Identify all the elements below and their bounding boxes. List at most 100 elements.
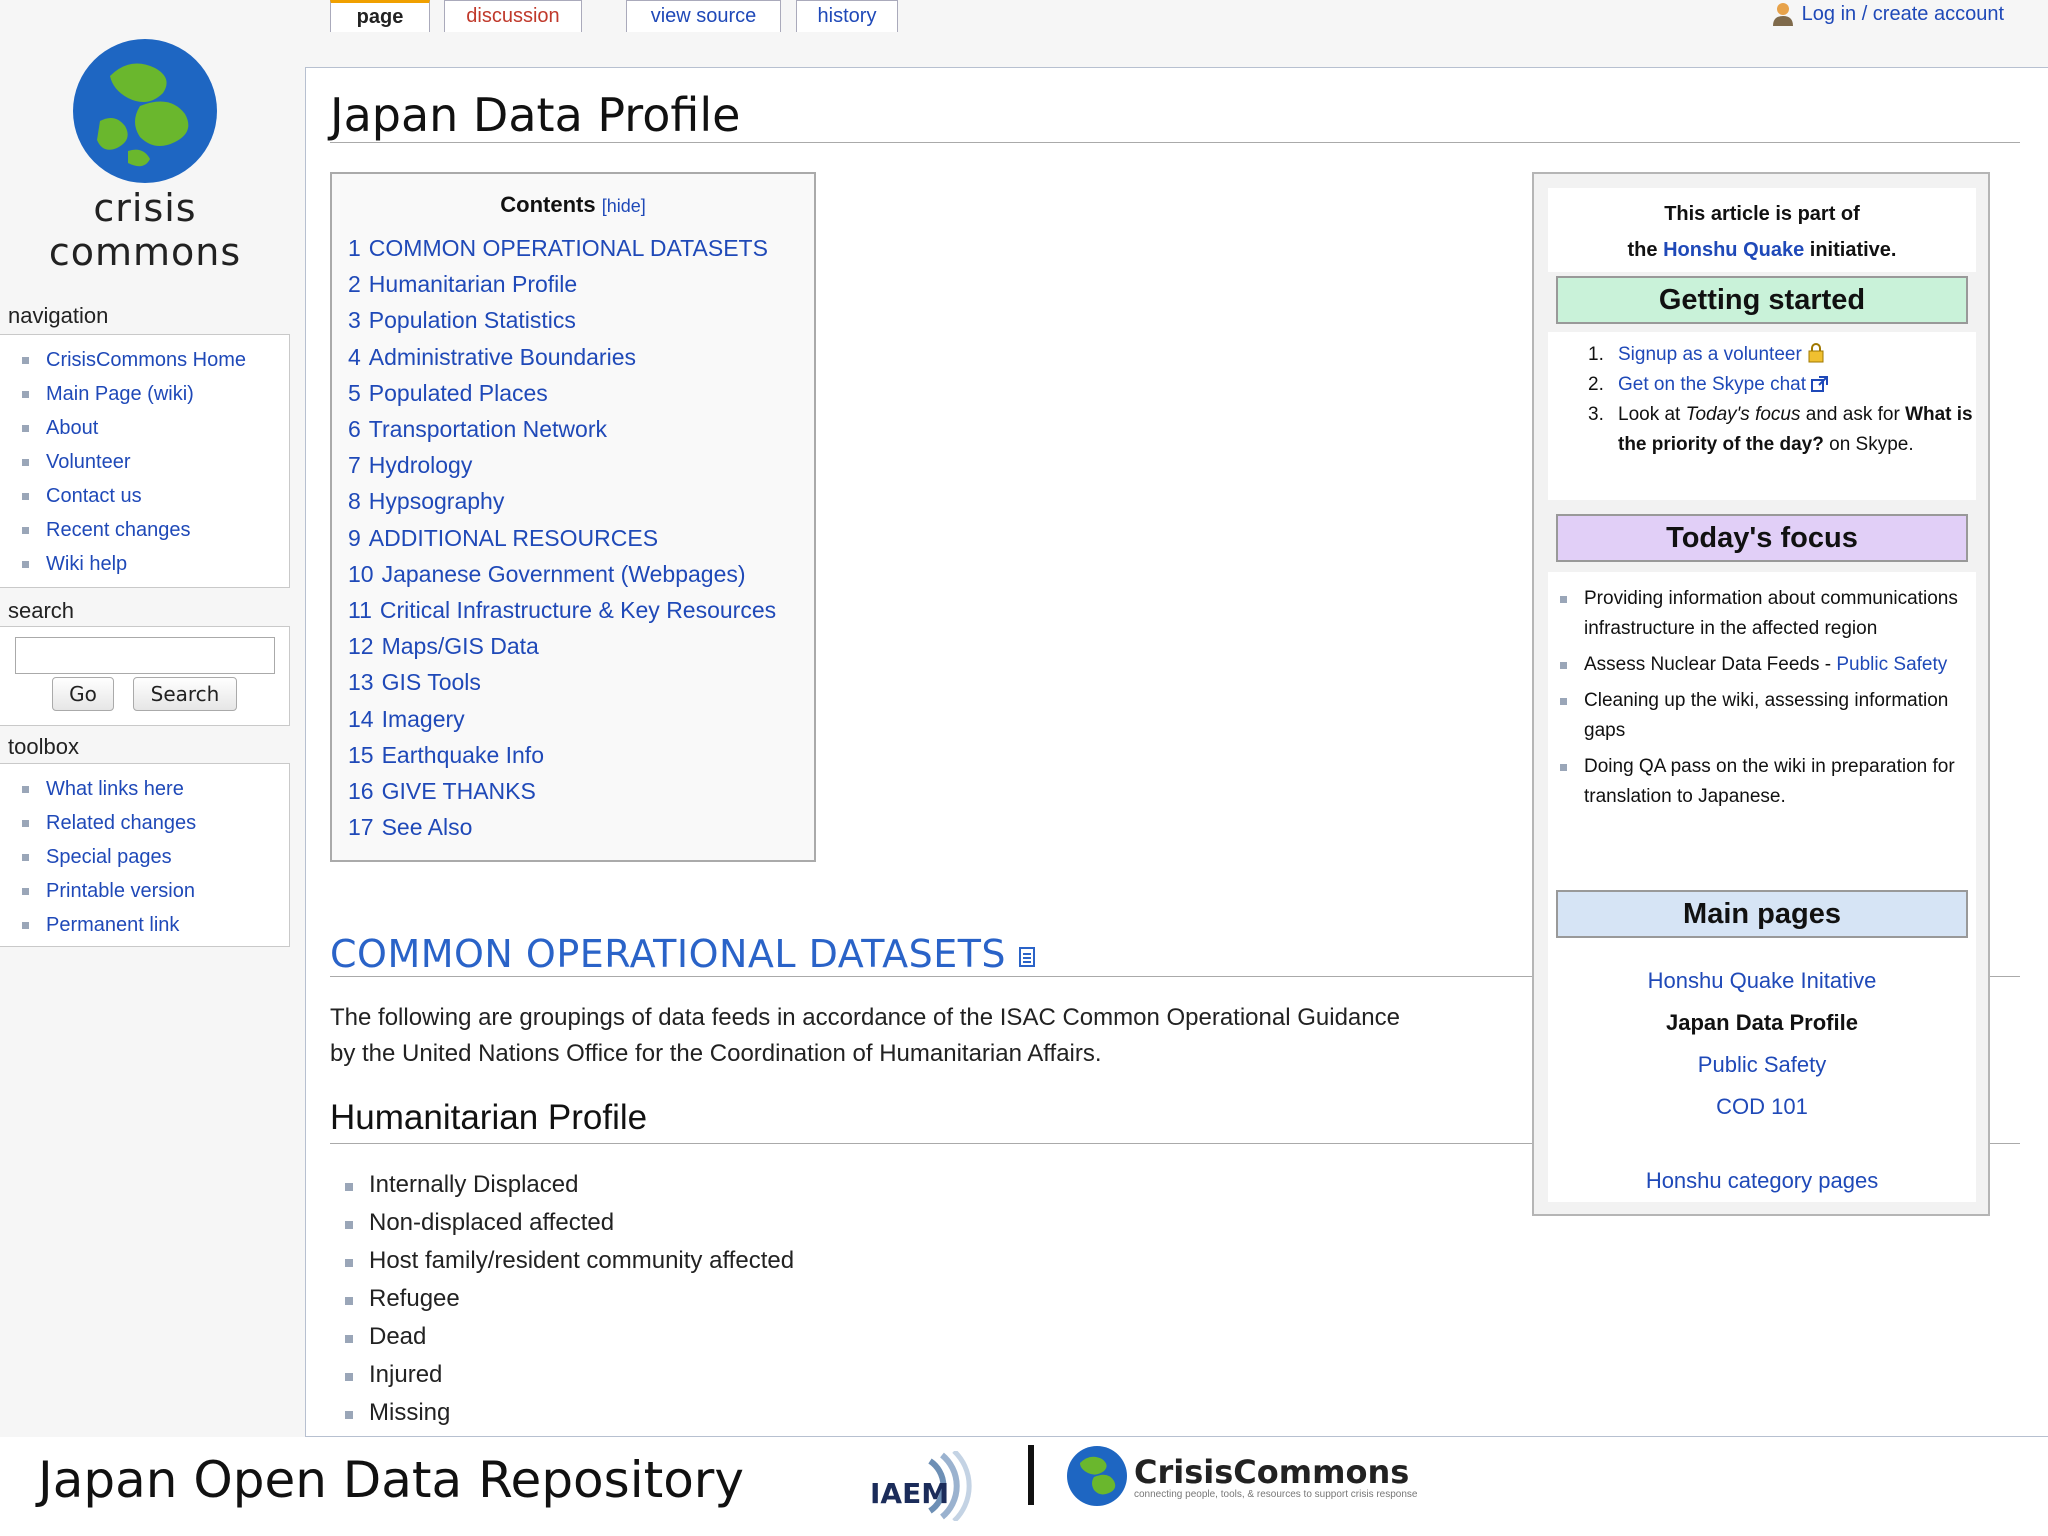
toc-label[interactable]: Administrative Boundaries xyxy=(369,344,636,370)
toc-heading: Contents [hide] xyxy=(332,192,814,218)
login-link[interactable]: Log in / create account xyxy=(1802,3,2004,26)
footer-title: Japan Open Data Repository xyxy=(38,1451,744,1509)
getting-started-header: Getting started xyxy=(1556,276,1968,324)
lock-icon xyxy=(1808,343,1824,363)
toc-item[interactable]: 8 Hypsography xyxy=(348,483,814,519)
table-of-contents: Contents [hide] 1 COMMON OPERATIONAL DATA… xyxy=(330,172,816,862)
list-item: Internally Displaced xyxy=(345,1166,794,1204)
toc-num: 9 xyxy=(348,524,361,551)
toc-label[interactable]: See Also xyxy=(382,814,473,840)
toolbox-link-permanent-link[interactable]: Permanent link xyxy=(46,914,179,936)
skype-chat-link[interactable]: Get on the Skype chat xyxy=(1618,374,1806,395)
category-link[interactable]: Honshu category pages xyxy=(1548,1160,1976,1202)
toolbox-link-related-changes[interactable]: Related changes xyxy=(46,812,196,834)
humanitarian-list: Internally Displaced Non-displaced affec… xyxy=(345,1166,794,1432)
tab-history[interactable]: history xyxy=(796,0,898,32)
toc-label[interactable]: Maps/GIS Data xyxy=(382,633,539,659)
getting-started-body: 1. Signup as a volunteer 2. Get on the Sky… xyxy=(1548,332,1976,500)
search-input[interactable] xyxy=(15,637,275,674)
toc-item[interactable]: 6 Transportation Network xyxy=(348,411,814,447)
toc-label[interactable]: Hypsography xyxy=(369,488,505,514)
nav-link-recent-changes[interactable]: Recent changes xyxy=(46,519,191,541)
toc-item[interactable]: 11 Critical Infrastructure & Key Resource… xyxy=(348,592,814,628)
toolbox-link-special-pages[interactable]: Special pages xyxy=(46,846,172,868)
toc-label[interactable]: Transportation Network xyxy=(369,416,607,442)
tab-view-source[interactable]: view source xyxy=(626,0,781,32)
main-page-link[interactable]: COD 101 xyxy=(1548,1086,1976,1128)
tab-page[interactable]: page xyxy=(330,0,430,32)
toc-label[interactable]: Earthquake Info xyxy=(382,742,544,768)
toc-num: 10 xyxy=(348,560,374,587)
toc-label[interactable]: COMMON OPERATIONAL DATASETS xyxy=(369,235,768,261)
step-item: 2. Get on the Skype chat xyxy=(1588,370,1976,400)
main-page-link[interactable]: Honshu Quake Initative xyxy=(1548,960,1976,1002)
toc-num: 4 xyxy=(348,343,361,370)
nav-link-crisiscommons-home[interactable]: CrisisCommons Home xyxy=(46,349,246,371)
intro-line-1: This article is part of xyxy=(1664,203,1860,225)
edit-section-icon[interactable] xyxy=(1018,946,1035,967)
honshu-quake-link[interactable]: Honshu Quake xyxy=(1663,239,1804,261)
toc-label[interactable]: GIS Tools xyxy=(382,669,481,695)
search-button[interactable]: Search xyxy=(133,677,237,711)
toc-label[interactable]: Populated Places xyxy=(369,380,548,406)
go-button[interactable]: Go xyxy=(52,677,114,711)
toc-item[interactable]: 3 Population Statistics xyxy=(348,302,814,338)
title-divider xyxy=(330,142,2020,143)
toc-item[interactable]: 10 Japanese Government (Webpages) xyxy=(348,556,814,592)
toc-item[interactable]: 16 GIVE THANKS xyxy=(348,773,814,809)
globe-icon xyxy=(73,39,217,183)
nav-link-about[interactable]: About xyxy=(46,417,98,439)
public-safety-link[interactable]: Public Safety xyxy=(1836,654,1947,675)
toc-num: 16 xyxy=(348,778,374,805)
toc-num: 14 xyxy=(348,705,374,732)
toc-item[interactable]: 2 Humanitarian Profile xyxy=(348,266,814,302)
nav-link-volunteer[interactable]: Volunteer xyxy=(46,451,131,473)
list-item: Refugee xyxy=(345,1280,794,1318)
page-title: Japan Data Profile xyxy=(330,88,741,142)
toc-label[interactable]: Hydrology xyxy=(369,452,473,478)
nav-link-wiki-help[interactable]: Wiki help xyxy=(46,553,127,575)
signup-volunteer-link[interactable]: Signup as a volunteer xyxy=(1618,344,1802,365)
toc-label[interactable]: Imagery xyxy=(382,706,465,732)
toc-label[interactable]: Population Statistics xyxy=(369,307,576,333)
focus-item: Assess Nuclear Data Feeds - Public Safet… xyxy=(1560,650,1968,680)
crisiscommons-logo[interactable]: crisis commons xyxy=(20,36,270,274)
list-item: Host family/resident community affected xyxy=(345,1242,794,1280)
nav-link-contact-us[interactable]: Contact us xyxy=(46,485,142,507)
main-page-link[interactable]: Public Safety xyxy=(1548,1044,1976,1086)
toc-label[interactable]: Humanitarian Profile xyxy=(369,271,577,297)
toc-item[interactable]: 5 Populated Places xyxy=(348,375,814,411)
toc-item[interactable]: 9 ADDITIONAL RESOURCES xyxy=(348,520,814,556)
tab-discussion[interactable]: discussion xyxy=(444,0,582,32)
toc-item[interactable]: 13 GIS Tools xyxy=(348,664,814,700)
toolbox-link-what-links-here[interactable]: What links here xyxy=(46,778,184,800)
toc-item[interactable]: 17 See Also xyxy=(348,809,814,845)
step3-pre: Look at xyxy=(1618,404,1686,425)
list-item: Dead xyxy=(345,1318,794,1356)
nav-link-main-page[interactable]: Main Page (wiki) xyxy=(46,383,194,405)
toc-label[interactable]: Critical Infrastructure & Key Resources xyxy=(380,597,776,623)
toc-item[interactable]: 14 Imagery xyxy=(348,701,814,737)
intro-line-2: the Honshu Quake initiative. xyxy=(1548,232,1976,268)
iaem-text: IAEM xyxy=(870,1477,949,1510)
footer-divider xyxy=(1028,1445,1034,1505)
focus-item: Providing information about communicatio… xyxy=(1560,584,1968,644)
focus-item-text: Assess Nuclear Data Feeds - xyxy=(1584,654,1837,675)
step-item: 1. Signup as a volunteer xyxy=(1588,340,1976,370)
toc-item[interactable]: 15 Earthquake Info xyxy=(348,737,814,773)
toc-item[interactable]: 12 Maps/GIS Data xyxy=(348,628,814,664)
toolbox-title: toolbox xyxy=(8,734,79,759)
logo-text-commons: commons xyxy=(48,230,242,274)
toc-item[interactable]: 1 COMMON OPERATIONAL DATASETS xyxy=(348,230,814,266)
toc-hide-link[interactable]: [hide] xyxy=(602,196,646,216)
toolbox-link-printable-version[interactable]: Printable version xyxy=(46,880,195,902)
toc-num: 11 xyxy=(348,597,372,624)
toc-num: 5 xyxy=(348,379,361,406)
globe-icon xyxy=(1067,1446,1127,1506)
toc-item[interactable]: 7 Hydrology xyxy=(348,447,814,483)
toc-label[interactable]: ADDITIONAL RESOURCES xyxy=(369,525,658,551)
toc-label[interactable]: Japanese Government (Webpages) xyxy=(382,561,746,587)
toc-item[interactable]: 4 Administrative Boundaries xyxy=(348,339,814,375)
toc-label[interactable]: GIVE THANKS xyxy=(382,778,536,804)
subheading-humanitarian-profile: Humanitarian Profile xyxy=(330,1098,648,1137)
